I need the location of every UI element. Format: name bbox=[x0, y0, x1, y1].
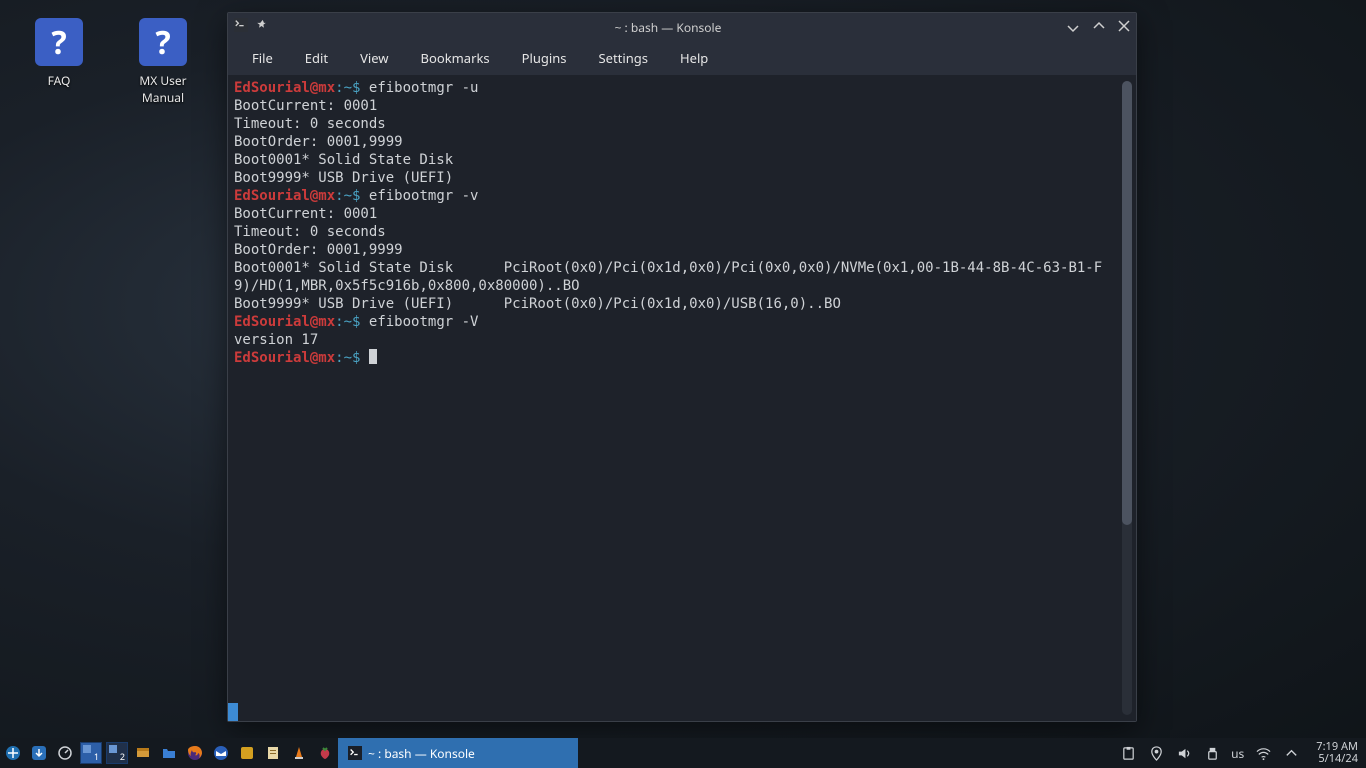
chevron-up-icon[interactable] bbox=[1282, 746, 1300, 761]
taskbar: 1 2 ~ : bash — Konsole bbox=[0, 738, 1366, 768]
new-tab-handle[interactable] bbox=[228, 703, 238, 721]
location-icon[interactable] bbox=[1147, 746, 1165, 761]
file-manager-icon[interactable] bbox=[156, 738, 182, 768]
clipboard-icon[interactable] bbox=[1119, 746, 1137, 761]
system-monitor-icon[interactable] bbox=[52, 738, 78, 768]
desktop-icon-faq[interactable]: ? FAQ bbox=[14, 18, 104, 89]
firefox-icon[interactable] bbox=[182, 738, 208, 768]
pager-2[interactable]: 2 bbox=[104, 738, 130, 768]
close-button[interactable] bbox=[1118, 20, 1130, 35]
usb-icon[interactable] bbox=[1203, 746, 1221, 761]
clock[interactable]: 7:19 AM 5/14/24 bbox=[1310, 741, 1358, 765]
titlebar[interactable]: ~ : bash — Konsole bbox=[228, 13, 1136, 41]
strawberry-icon[interactable] bbox=[312, 738, 338, 768]
menubar: File Edit View Bookmarks Plugins Setting… bbox=[228, 41, 1136, 75]
question-icon: ? bbox=[35, 18, 83, 66]
clock-date: 5/14/24 bbox=[1316, 753, 1358, 765]
wifi-icon[interactable] bbox=[1254, 746, 1272, 761]
show-desktop-icon[interactable] bbox=[130, 738, 156, 768]
pager-1[interactable]: 1 bbox=[78, 738, 104, 768]
maximize-button[interactable] bbox=[1092, 19, 1106, 36]
window-title: ~ : bash — Konsole bbox=[270, 19, 1066, 36]
terminal-icon bbox=[234, 18, 248, 36]
vlc-icon[interactable] bbox=[286, 738, 312, 768]
volume-icon[interactable] bbox=[1175, 746, 1193, 761]
menu-bookmarks[interactable]: Bookmarks bbox=[407, 43, 504, 73]
scrollbar-thumb[interactable] bbox=[1122, 81, 1132, 525]
question-icon: ? bbox=[139, 18, 187, 66]
terminal-area[interactable]: EdSourial@mx:~$ efibootmgr -u BootCurren… bbox=[228, 75, 1136, 721]
menu-plugins[interactable]: Plugins bbox=[508, 43, 581, 73]
desktop-icon-label: MX User Manual bbox=[118, 72, 208, 106]
task-label: ~ : bash — Konsole bbox=[368, 745, 475, 762]
desktop-icon-manual[interactable]: ? MX User Manual bbox=[118, 18, 208, 106]
minimize-button[interactable] bbox=[1066, 19, 1080, 36]
menu-help[interactable]: Help bbox=[666, 43, 722, 73]
keyboard-layout[interactable]: us bbox=[1231, 745, 1244, 762]
taskbar-task-konsole[interactable]: ~ : bash — Konsole bbox=[338, 738, 578, 768]
desktop-icon-label: FAQ bbox=[14, 72, 104, 89]
menu-edit[interactable]: Edit bbox=[291, 43, 342, 73]
menu-view[interactable]: View bbox=[346, 43, 402, 73]
menu-file[interactable]: File bbox=[238, 43, 287, 73]
app-icon-yellow[interactable] bbox=[234, 738, 260, 768]
thunderbird-icon[interactable] bbox=[208, 738, 234, 768]
terminal-content[interactable]: EdSourial@mx:~$ efibootmgr -u BootCurren… bbox=[234, 79, 1136, 367]
featherpad-icon[interactable] bbox=[260, 738, 286, 768]
pin-icon[interactable] bbox=[256, 18, 270, 36]
konsole-window: ~ : bash — Konsole File Edit View Bookma… bbox=[227, 12, 1137, 722]
menu-settings[interactable]: Settings bbox=[585, 43, 662, 73]
start-button[interactable] bbox=[0, 738, 26, 768]
updater-icon[interactable] bbox=[26, 738, 52, 768]
scrollbar[interactable] bbox=[1122, 81, 1132, 715]
